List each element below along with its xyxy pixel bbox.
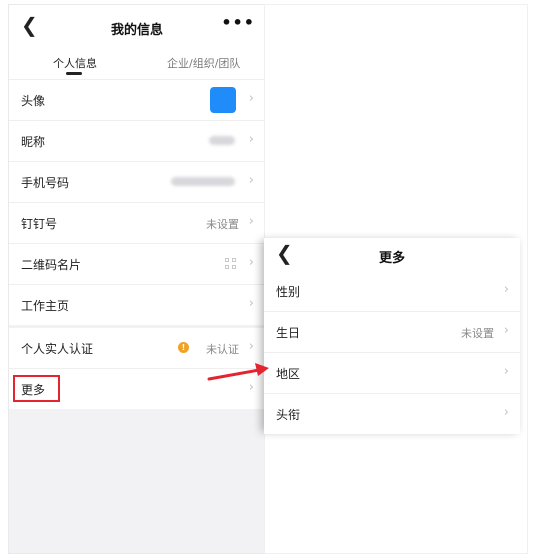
annotation-arrow [207, 363, 269, 381]
row-label: 昵称 [21, 135, 46, 149]
chevron-right-icon: › [248, 296, 254, 311]
blurred-value [209, 136, 235, 145]
avatar [210, 87, 236, 113]
popup-title: 更多 [378, 251, 405, 266]
row-label: 二维码名片 [21, 258, 82, 272]
chevron-right-icon: › [503, 323, 509, 338]
row-label: 工作主页 [21, 299, 70, 313]
warning-icon: ! [178, 342, 189, 353]
row-label: 更多 [21, 383, 46, 397]
row-value: 未设置 [461, 327, 494, 340]
more-horizontal-icon[interactable]: ••• [221, 13, 255, 32]
info-list: 头像 › 昵称 › 手机号码 › 钉钉号 未设置 › 二维码名片 › 工作主页 [9, 80, 265, 325]
tab-personal-info[interactable]: 个人信息 [53, 55, 97, 71]
row-work-home[interactable]: 工作主页 › [9, 285, 265, 325]
row-qr-card[interactable]: 二维码名片 › [9, 244, 265, 285]
row-region[interactable]: 地区 › [264, 353, 520, 394]
row-value: 未认证 [206, 343, 239, 356]
chevron-right-icon: › [503, 364, 509, 379]
row-label: 头像 [21, 94, 46, 108]
more-panel: ❮ 更多 性别 › 生日 未设置 › 地区 › 头衔 › [264, 238, 520, 434]
row-label: 地区 [276, 367, 301, 381]
row-value: 未设置 [206, 218, 239, 231]
nav-bar: ❮ 我的信息 ••• [9, 5, 265, 49]
row-label: 个人实人认证 [21, 342, 94, 356]
blurred-value [171, 177, 235, 186]
chevron-right-icon: › [248, 339, 254, 354]
chevron-right-icon: › [248, 132, 254, 147]
chevron-right-icon: › [503, 405, 509, 420]
row-nickname[interactable]: 昵称 › [9, 121, 265, 162]
row-phone[interactable]: 手机号码 › [9, 162, 265, 203]
row-label: 生日 [276, 326, 301, 340]
chevron-right-icon: › [248, 91, 254, 106]
tab-underline [66, 72, 82, 75]
row-label: 钉钉号 [21, 217, 58, 231]
row-birthday[interactable]: 生日 未设置 › [264, 312, 520, 353]
chevron-right-icon: › [248, 173, 254, 188]
chevron-right-icon: › [248, 214, 254, 229]
popup-nav-bar: ❮ 更多 [264, 238, 520, 272]
my-info-screen: ❮ 我的信息 ••• 个人信息 企业/组织/团队 头像 › 昵称 › 手机号码 … [8, 4, 266, 554]
row-title[interactable]: 头衔 › [264, 394, 520, 434]
row-dingtalk-id[interactable]: 钉钉号 未设置 › [9, 203, 265, 244]
chevron-right-icon: › [503, 282, 509, 297]
row-label: 性别 [276, 285, 301, 299]
chevron-right-icon: › [248, 255, 254, 270]
row-gender[interactable]: 性别 › [264, 271, 520, 312]
popup-list: 性别 › 生日 未设置 › 地区 › 头衔 › [264, 271, 520, 434]
tab-organization[interactable]: 企业/组织/团队 [167, 55, 240, 71]
row-label: 手机号码 [21, 176, 70, 190]
row-avatar[interactable]: 头像 › [9, 80, 265, 121]
row-label: 头衔 [276, 408, 301, 422]
tab-bar: 个人信息 企业/组织/团队 [9, 49, 265, 80]
qr-code-icon [225, 258, 236, 269]
